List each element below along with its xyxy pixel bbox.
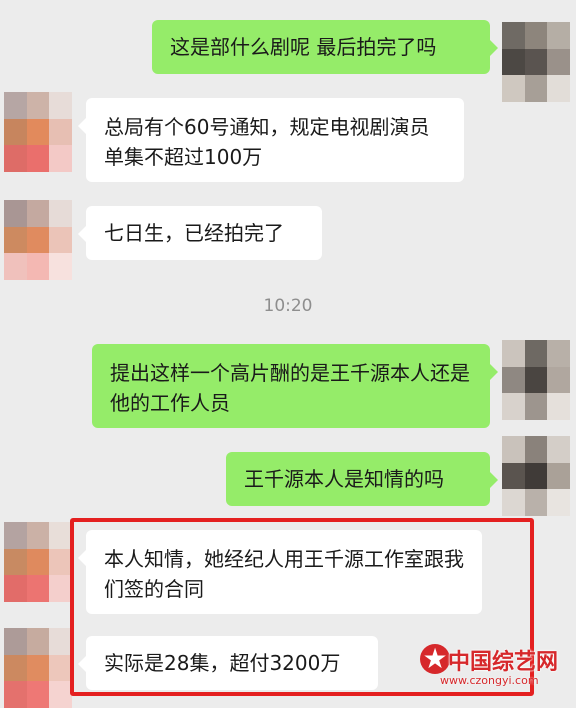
contact-avatar[interactable] — [4, 200, 72, 280]
message-timestamp: 10:20 — [263, 296, 313, 316]
message-bubble[interactable]: 七日生，已经拍完了 — [78, 206, 322, 260]
message-text: 总局有个60号通知，规定电视剧演员单集不超过100万 — [104, 115, 430, 169]
star-logo-icon: ★ — [420, 644, 450, 674]
message-text: 这是部什么剧呢 最后拍完了吗 — [170, 35, 437, 59]
contact-avatar[interactable] — [4, 522, 72, 602]
message-text: 王千源本人是知情的吗 — [244, 467, 444, 491]
message-bubble[interactable]: 总局有个60号通知，规定电视剧演员单集不超过100万 — [78, 98, 464, 182]
message-bubble[interactable]: 提出这样一个高片酬的是王千源本人还是他的工作人员 — [92, 344, 498, 428]
message-text: 七日生，已经拍完了 — [104, 221, 284, 245]
contact-avatar[interactable] — [4, 628, 72, 708]
message-bubble[interactable]: 王千源本人是知情的吗 — [226, 452, 498, 506]
my-avatar[interactable] — [502, 436, 570, 516]
watermark-title: 中国综艺网 — [448, 650, 559, 675]
watermark: ★ 中国综艺网 www.czongyi.com — [420, 642, 570, 698]
message-bubble[interactable]: 这是部什么剧呢 最后拍完了吗 — [152, 20, 498, 74]
message-text: 提出这样一个高片酬的是王千源本人还是他的工作人员 — [110, 361, 470, 415]
chat-area: 这是部什么剧呢 最后拍完了吗 总局有个60号通知，规定电视剧演员单集不超过100… — [0, 0, 576, 708]
watermark-url: www.czongyi.com — [440, 674, 539, 687]
my-avatar[interactable] — [502, 340, 570, 420]
my-avatar[interactable] — [502, 22, 570, 102]
contact-avatar[interactable] — [4, 92, 72, 172]
